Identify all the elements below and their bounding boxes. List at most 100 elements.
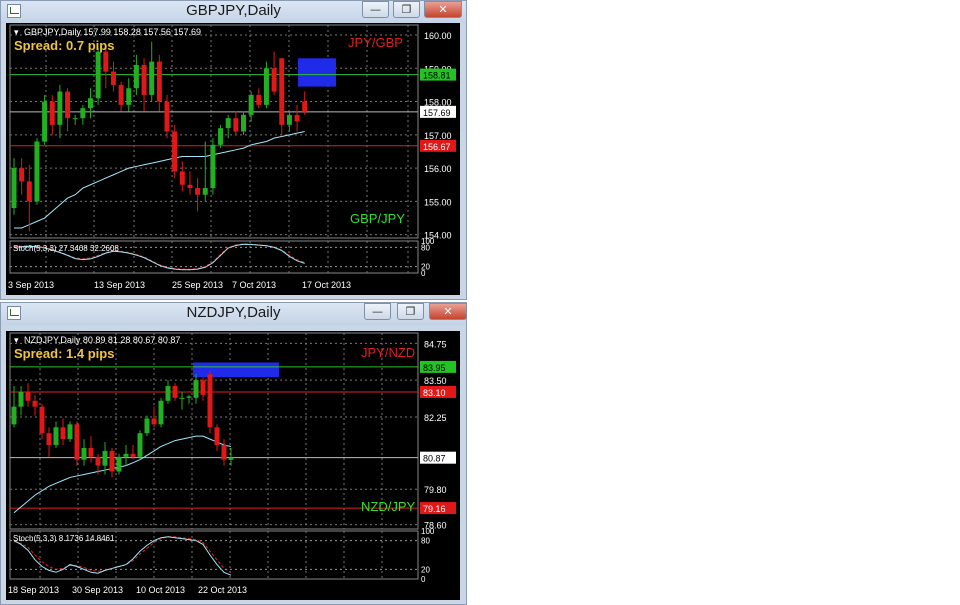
candle-body — [67, 424, 73, 440]
maximize-button[interactable]: ❐ — [397, 303, 424, 320]
price-tick-label: 155.00 — [424, 197, 452, 207]
candle-body — [210, 144, 216, 189]
candle-body — [109, 450, 115, 472]
date-tick-label: 7 Oct 2013 — [232, 280, 276, 290]
date-tick-label: 10 Oct 2013 — [136, 585, 185, 595]
candle-body — [179, 397, 185, 399]
candle-body — [263, 68, 269, 105]
candle-body — [118, 84, 124, 105]
candle-body — [60, 427, 66, 440]
candle-body — [165, 386, 171, 401]
red-level-label: 156.67 — [423, 142, 451, 152]
candle-body — [302, 101, 308, 112]
pair-label-red: JPY/GBP — [348, 35, 403, 50]
candle-body — [39, 406, 45, 434]
candle-body — [218, 128, 224, 145]
candle-body — [187, 184, 193, 189]
candle-body — [46, 433, 52, 445]
candle-body — [116, 456, 122, 472]
candle-body — [123, 453, 129, 457]
candle-body — [221, 445, 227, 460]
price-tick-label: 84.75 — [424, 339, 447, 349]
candle-body — [81, 447, 87, 460]
candle-body — [286, 114, 292, 125]
candle-body — [65, 91, 71, 119]
gbpjpy-chart[interactable]: 160.00159.00158.00157.00156.00155.00154.… — [6, 23, 460, 295]
nzdjpy-chart[interactable]: 84.75 83.50 82.25 79.80 78.60 83.95 83.10 79.16… — [6, 331, 460, 600]
stoch-tick-label: 0 — [421, 269, 426, 278]
candle-body — [19, 168, 25, 182]
candle-body — [72, 118, 78, 120]
candle-body — [137, 433, 143, 457]
candle-body — [57, 91, 63, 125]
candle-body — [225, 118, 231, 129]
close-button[interactable]: ✕ — [424, 1, 462, 18]
nzdjpy-titlebar[interactable]: NZDJPY,Daily — ❐ ✕ — [1, 303, 467, 325]
candle-body — [49, 101, 55, 125]
candle-body — [80, 108, 86, 119]
candle-body — [294, 114, 300, 122]
candle-body — [130, 453, 136, 457]
candle-body — [233, 118, 239, 132]
candle-body — [144, 418, 150, 434]
candle-body — [11, 406, 17, 425]
candle-body — [271, 68, 277, 92]
candle-body — [88, 98, 93, 109]
candle-body — [95, 51, 101, 99]
candle-body — [179, 171, 185, 185]
candle-body — [241, 114, 246, 132]
price-tick-label: 82.25 — [424, 413, 447, 423]
spread-label: Spread: 1.4 pips — [14, 346, 114, 361]
maximize-button[interactable]: ❐ — [393, 1, 420, 18]
nzdjpy-chart-canvas[interactable]: 84.7583.5082.2579.8078.6083.9583.1079.16… — [6, 331, 460, 600]
candle-body — [172, 131, 178, 172]
candle-body — [74, 424, 80, 460]
date-tick-label: 13 Sep 2013 — [94, 280, 145, 290]
candle-body — [103, 51, 109, 72]
highlight-zone — [298, 58, 336, 87]
price-tick-label: 157.00 — [424, 131, 452, 141]
candle-body — [126, 88, 132, 105]
stoch-tick-label: 80 — [421, 537, 430, 546]
stoch-tick-label: 20 — [421, 565, 430, 574]
current-price-label: 80.87 — [423, 454, 446, 464]
candle-body — [88, 447, 94, 457]
candle-body — [202, 188, 208, 195]
candle-body — [207, 374, 213, 428]
candle-body — [186, 396, 192, 398]
green-level-label: 158.81 — [423, 71, 451, 81]
chart-header-arrow: ▾ — [14, 335, 19, 345]
price-tick-label: 83.50 — [424, 376, 447, 386]
candle-body — [102, 450, 108, 466]
gbpjpy-window[interactable]: GBPJPY,Daily — ❐ ✕ 160.00159.00158.00157… — [0, 0, 467, 300]
date-tick-label: 18 Sep 2013 — [8, 585, 59, 595]
nzdjpy-window[interactable]: NZDJPY,Daily — ❐ ✕ 84.75 83.50 82.25 79.80 7… — [0, 302, 467, 605]
candle-body — [95, 456, 101, 466]
stoch-tick-label: 100 — [421, 527, 435, 536]
minimize-button[interactable]: — — [364, 303, 391, 320]
chart-header: NZDJPY,Daily 80.89 81.28 80.67 80.87 — [24, 335, 180, 345]
spread-label: Spread: 0.7 pips — [14, 38, 114, 53]
gbpjpy-chart-canvas[interactable]: 160.00159.00158.00157.00156.00155.00154.… — [6, 23, 460, 295]
pair-label-red: JPY/NZD — [361, 345, 415, 360]
candle-body — [149, 61, 155, 95]
chart-header: GBPJPY,Daily 157.99 158.28 157.56 157.69 — [24, 27, 201, 37]
close-button[interactable]: ✕ — [429, 303, 467, 320]
minimize-button[interactable]: — — [362, 1, 389, 18]
price-panel-frame — [9, 24, 419, 239]
date-tick-label: 30 Sep 2013 — [72, 585, 123, 595]
price-tick-label: 160.00 — [424, 31, 452, 41]
candle-body — [25, 391, 31, 401]
candle-body — [156, 61, 162, 102]
price-tick-label: 156.00 — [424, 164, 452, 174]
candle-body — [26, 181, 32, 202]
candle-body — [133, 64, 139, 89]
candle-body — [248, 94, 254, 115]
candle-body — [34, 141, 40, 202]
gbpjpy-titlebar[interactable]: GBPJPY,Daily — ❐ ✕ — [1, 1, 466, 23]
candle-body — [32, 400, 38, 407]
candle-body — [256, 94, 262, 105]
candle-body — [42, 101, 48, 142]
date-tick-label: 3 Sep 2013 — [8, 280, 54, 290]
candle-body — [214, 427, 220, 445]
